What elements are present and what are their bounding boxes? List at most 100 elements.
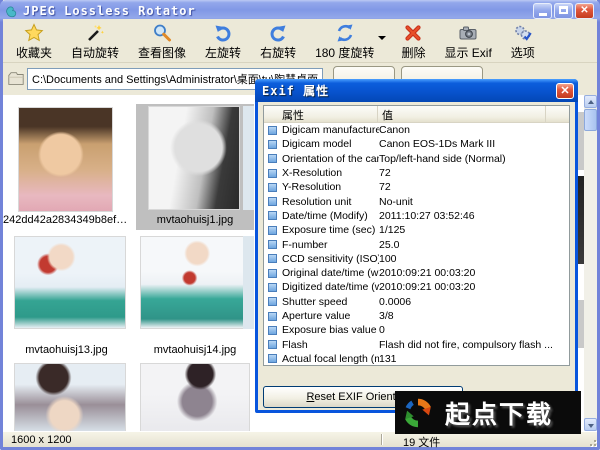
exif-row[interactable]: Exposure bias value (E... 0 (264, 323, 569, 337)
thumbnail-filename[interactable]: 242dd42a2834349b8efd9c2... (3, 214, 130, 226)
thumbnail-image[interactable] (148, 106, 240, 210)
exif-row[interactable]: Shutter speed 0.0006 (264, 295, 569, 309)
rotate-dropdown-arrow-icon[interactable] (378, 36, 386, 40)
exif-row[interactable]: Resolution unit No-unit (264, 194, 569, 208)
exif-row[interactable]: Orientation of the camera Top/left-hand … (264, 152, 569, 166)
exif-dialog-title: Exif 属性 (262, 82, 329, 99)
property-name: Digicam manufacturer (282, 124, 379, 136)
star-icon (24, 23, 44, 43)
rotate-right-button[interactable]: 右旋转 (257, 22, 299, 62)
property-icon (268, 197, 277, 206)
view-image-button[interactable]: 查看图像 (135, 22, 189, 62)
exif-rows: Digicam manufacturer Canon Digicam model… (264, 123, 569, 366)
property-name: CCD sensitivity (ISO) (282, 253, 379, 265)
exif-dialog-titlebar[interactable]: Exif 属性 ✕ (255, 79, 578, 102)
property-name: Orientation of the camera (282, 153, 379, 165)
exif-row[interactable]: Actual focal length (mm) 131 (264, 352, 569, 366)
property-name: Actual focal length (mm) (282, 353, 379, 365)
thumbnail-image[interactable] (140, 236, 250, 329)
property-icon (268, 254, 277, 263)
exif-row[interactable]: Digicam model Canon EOS-1Ds Mark III (264, 137, 569, 151)
property-value: 2010:09:21 00:03:20 (379, 281, 475, 293)
property-name: Date/time (Modify) (282, 210, 379, 222)
property-value: 1/125 (379, 224, 405, 236)
folder-icon (7, 70, 25, 88)
app-icon (4, 4, 19, 19)
property-value: 0 (379, 324, 385, 336)
property-icon (268, 226, 277, 235)
property-icon (268, 183, 277, 192)
vertical-scrollbar[interactable] (584, 95, 597, 431)
thumbnail-filename[interactable]: mvtaohuisj14.jpg (136, 344, 254, 356)
options-button[interactable]: 选项 (508, 22, 538, 62)
property-name: Aperture value (282, 310, 379, 322)
thumbnail-filename[interactable]: mvtaohuisj13.jpg (3, 344, 130, 356)
exif-row[interactable]: CCD sensitivity (ISO) 100 (264, 252, 569, 266)
rotate-left-icon (213, 23, 233, 43)
magnifier-icon (152, 23, 172, 43)
show-exif-button[interactable]: 显示 Exif (441, 22, 494, 62)
scroll-down-icon[interactable] (584, 418, 597, 431)
property-icon (268, 211, 277, 220)
property-value: No-unit (379, 196, 413, 208)
exif-row[interactable]: Aperture value 3/8 (264, 309, 569, 323)
thumbnail-image[interactable] (14, 363, 126, 431)
gears-icon (513, 23, 533, 43)
rotate-right-icon (268, 23, 288, 43)
partially-hidden-thumbnail[interactable] (243, 236, 254, 329)
value-column-header[interactable]: 值 (378, 106, 546, 122)
thumbnail-image[interactable] (18, 107, 113, 212)
property-icon (268, 269, 277, 278)
exif-row[interactable]: Flash Flash did not fire, compulsory fla… (264, 337, 569, 351)
auto-rotate-button[interactable]: 自动旋转 (68, 22, 122, 62)
property-name: Shutter speed (282, 296, 379, 308)
delete-button[interactable]: 删除 (398, 22, 428, 62)
exif-row[interactable]: Y-Resolution 72 (264, 180, 569, 194)
minimize-button[interactable] (533, 3, 552, 19)
property-value: 3/8 (379, 310, 394, 322)
thumbnail-image[interactable] (14, 236, 126, 329)
close-button[interactable]: ✕ (575, 3, 594, 19)
property-icon (268, 340, 277, 349)
property-name: Exposure bias value (E... (282, 324, 379, 336)
property-icon (268, 240, 277, 249)
property-value: 72 (379, 181, 391, 193)
rotate-left-button[interactable]: 左旋转 (202, 22, 244, 62)
main-toolbar: 收藏夹 自动旋转 查看图像 左旋转 (3, 19, 597, 63)
favorites-button[interactable]: 收藏夹 (13, 22, 55, 62)
property-name: Resolution unit (282, 196, 379, 208)
exif-row[interactable]: Digicam manufacturer Canon (264, 123, 569, 137)
property-name: X-Resolution (282, 167, 379, 179)
delete-icon (403, 23, 423, 43)
exif-row[interactable]: Digitized date/time (wh... 2010:09:21 00… (264, 280, 569, 294)
property-value: 100 (379, 253, 397, 265)
property-icon (268, 326, 277, 335)
exif-table-header[interactable]: 属性 值 (264, 106, 569, 123)
property-icon (268, 297, 277, 306)
property-value: 0.0006 (379, 296, 411, 308)
property-icon (268, 140, 277, 149)
partially-hidden-thumbnail[interactable] (243, 106, 254, 210)
exif-row[interactable]: Exposure time (sec) 1/125 (264, 223, 569, 237)
property-icon (268, 312, 277, 321)
property-value: 131 (379, 353, 397, 365)
scrollbar-thumb[interactable] (584, 109, 597, 131)
property-column-header[interactable]: 属性 (264, 106, 378, 122)
exif-row[interactable]: Date/time (Modify) 2011:10:27 03:52:46 (264, 209, 569, 223)
property-name: Flash (282, 339, 379, 351)
property-icon (268, 283, 277, 292)
exif-row[interactable]: Original date/time (whe... 2010:09:21 00… (264, 266, 569, 280)
swirl-arrows-logo-icon (399, 394, 437, 432)
scroll-up-icon[interactable] (584, 95, 597, 108)
resize-grip[interactable] (585, 435, 596, 446)
exif-row[interactable]: F-number 25.0 (264, 237, 569, 251)
property-name: Exposure time (sec) (282, 224, 379, 236)
maximize-button[interactable] (554, 3, 573, 19)
property-icon (268, 154, 277, 163)
rotate-180-button[interactable]: 180 度旋转 (312, 22, 377, 62)
thumbnail-image[interactable] (140, 363, 250, 431)
app-window: JPEG Lossless Rotator ✕ 收藏夹 自动旋转 (0, 0, 600, 450)
exif-dialog-close-icon[interactable]: ✕ (556, 83, 574, 99)
thumbnail-filename[interactable]: mvtaohuisj1.jpg (136, 214, 254, 226)
exif-row[interactable]: X-Resolution 72 (264, 166, 569, 180)
